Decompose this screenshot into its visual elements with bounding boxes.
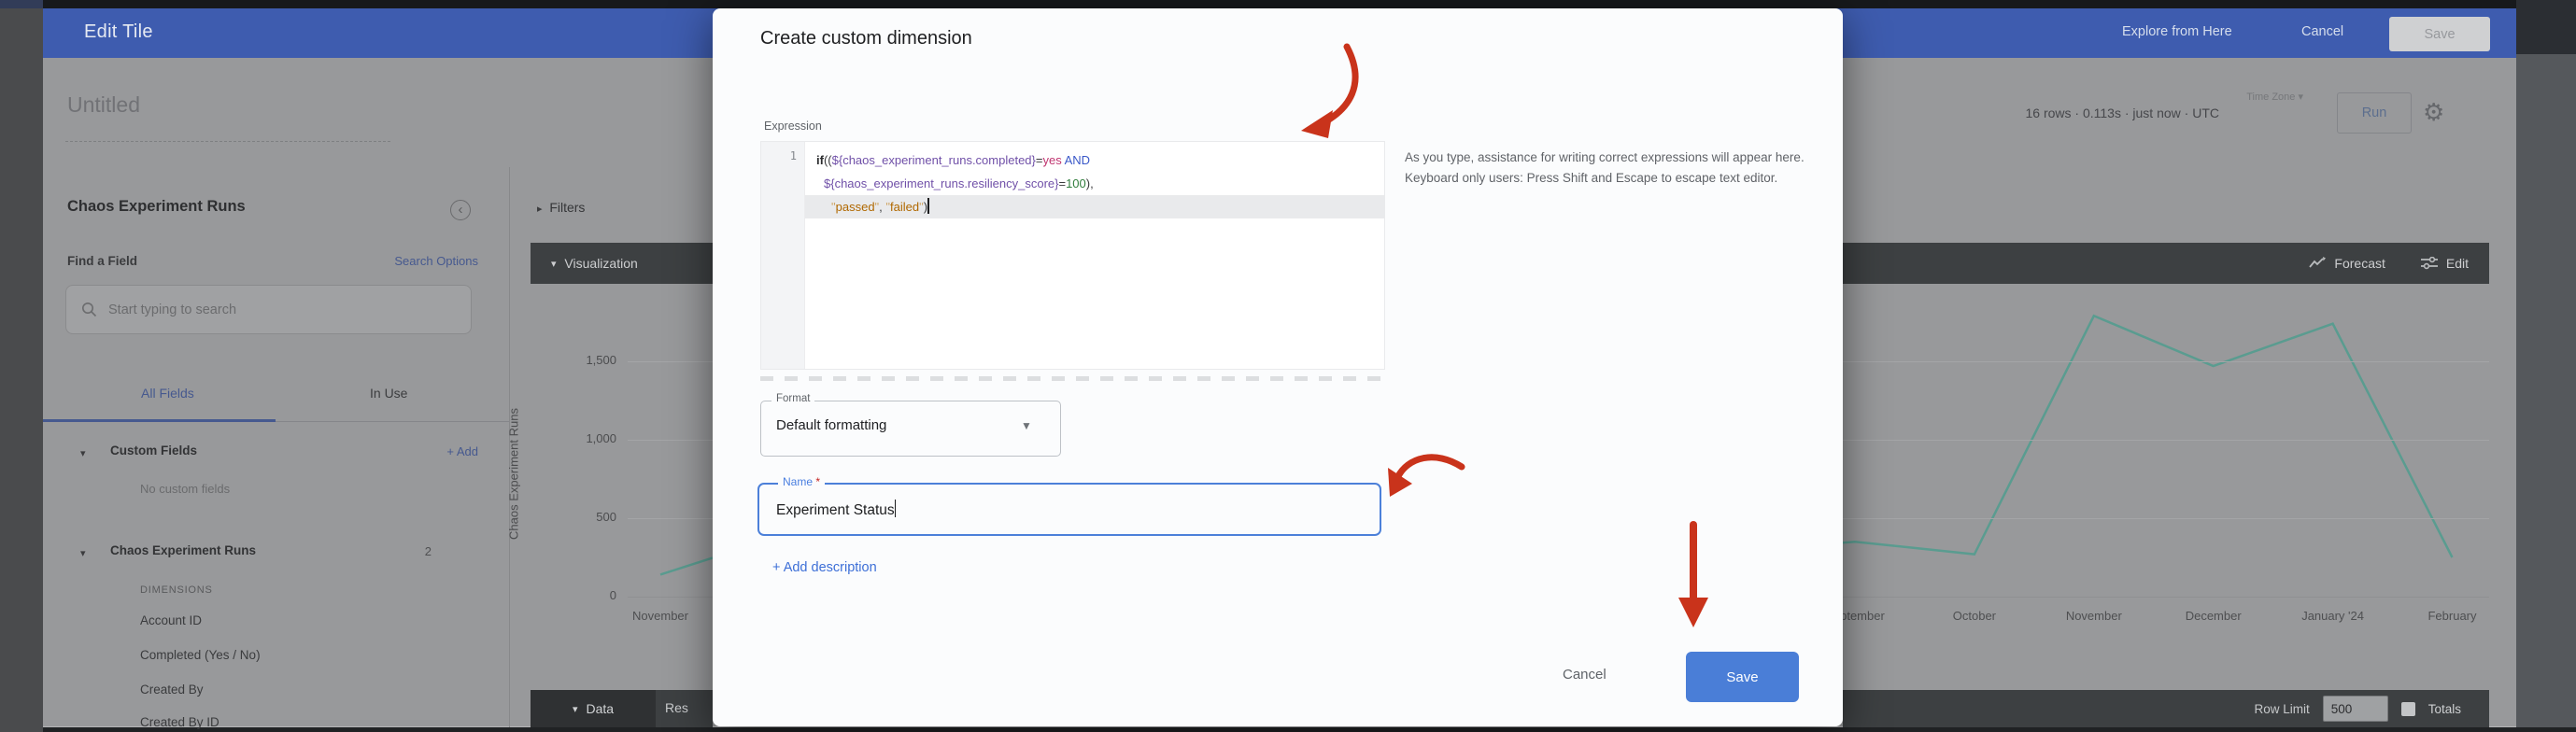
search-icon — [81, 302, 97, 317]
titlebar-cancel-button[interactable]: Cancel — [2301, 24, 2343, 39]
active-tab-underline — [43, 419, 276, 422]
gear-icon[interactable]: ⚙ — [2423, 98, 2444, 127]
search-placeholder: Start typing to search — [108, 303, 236, 317]
name-label: Name * — [778, 475, 825, 488]
desktop-bottom-strip — [43, 727, 2576, 732]
run-button[interactable]: Run — [2337, 92, 2412, 134]
modal-save-button[interactable]: Save — [1686, 652, 1799, 702]
explore-from-here-link[interactable]: Explore from Here — [2122, 24, 2232, 39]
field-item[interactable]: Created By — [140, 683, 204, 697]
query-status-text: 16 rows · 0.113s · just now · UTC — [1874, 106, 2219, 120]
tab-in-use[interactable]: In Use — [370, 386, 407, 401]
view-group-count: 2 — [398, 544, 432, 558]
sidebar-divider — [509, 167, 510, 727]
forecast-button[interactable]: Forecast — [2309, 256, 2385, 271]
desktop-right-strip — [2516, 54, 2576, 732]
chevron-down-icon: ▼ — [1021, 419, 1032, 432]
row-limit-label: Row Limit — [2254, 702, 2309, 716]
find-a-field-label: Find a Field — [67, 254, 137, 268]
desktop-top-strip — [0, 0, 2576, 8]
tile-title-underline — [65, 141, 390, 142]
titlebar-save-button[interactable]: Save — [2389, 17, 2490, 51]
expression-code-editor[interactable]: 1 if((${chaos_experiment_runs.completed}… — [760, 141, 1385, 370]
sidebar-collapse-icon[interactable]: ‹ — [450, 200, 471, 220]
field-item[interactable]: Completed (Yes / No) — [140, 648, 261, 662]
chevron-down-icon: ▾ — [573, 703, 578, 715]
sidebar-explore-title: Chaos Experiment Runs — [67, 198, 246, 216]
no-custom-fields-text: No custom fields — [140, 482, 230, 496]
chevron-down-icon[interactable]: ▾ — [80, 447, 86, 459]
create-custom-dimension-modal: Create custom dimension Expression 1 if(… — [713, 8, 1843, 726]
chevron-down-icon[interactable]: ▾ — [80, 547, 86, 559]
view-group-label[interactable]: Chaos Experiment Runs — [110, 543, 256, 557]
name-field-value: Experiment Status — [776, 500, 896, 519]
visualization-section-toggle[interactable]: ▾ Visualization — [531, 243, 713, 284]
code-line-1: if((${chaos_experiment_runs.completed}=y… — [816, 148, 1090, 172]
tab-results-partial[interactable]: Res — [665, 700, 688, 715]
filters-section-toggle[interactable]: ▸ Filters — [537, 200, 585, 215]
tile-title-input[interactable]: Untitled — [67, 92, 140, 118]
dimensions-section-label: DIMENSIONS — [140, 584, 213, 596]
editor-gutter: 1 — [761, 142, 805, 369]
screenshot-root: Edit Tile Explore from Here Cancel Save … — [0, 0, 2576, 732]
custom-fields-group[interactable]: Custom Fields — [110, 443, 197, 458]
tab-data[interactable]: ▾Data — [531, 690, 656, 727]
line-number: 1 — [761, 149, 797, 162]
tab-all-fields[interactable]: All Fields — [141, 386, 194, 401]
time-zone-label[interactable]: Time Zone ▾ — [2191, 91, 2303, 103]
expression-label: Expression — [764, 120, 822, 133]
search-options-link[interactable]: Search Options — [338, 254, 478, 268]
editor-resize-grip[interactable] — [760, 376, 1385, 381]
row-limit-input[interactable]: 500 — [2323, 696, 2388, 722]
window-title: Edit Tile — [84, 21, 153, 43]
modal-cancel-button[interactable]: Cancel — [1563, 667, 1606, 683]
field-search-input[interactable]: Start typing to search — [65, 285, 472, 334]
field-item[interactable]: Created By ID — [140, 715, 219, 729]
tune-icon — [2421, 257, 2438, 270]
chevron-down-icon: ▾ — [551, 258, 557, 270]
code-line-2: ${chaos_experiment_runs.resiliency_score… — [824, 172, 1094, 195]
totals-checkbox[interactable] — [2401, 702, 2415, 716]
add-description-link[interactable]: + Add description — [772, 560, 877, 575]
visualization-toolbar: Forecast Edit — [1843, 243, 2489, 284]
row-limit-bar: Row Limit 500 Totals — [1843, 690, 2489, 727]
field-item[interactable]: Account ID — [140, 613, 202, 627]
modal-title: Create custom dimension — [760, 28, 972, 49]
code-line-3: "passed", "failed") — [831, 195, 929, 218]
chevron-right-icon: ▸ — [537, 204, 543, 215]
format-selected-value: Default formatting — [776, 417, 886, 433]
add-custom-field-link[interactable]: + Add — [385, 444, 478, 458]
text-cursor — [895, 500, 897, 517]
edit-viz-button[interactable]: Edit — [2421, 256, 2469, 271]
desktop-left-strip — [0, 8, 43, 732]
desktop-right-top-strip — [2516, 0, 2576, 54]
forecast-icon — [2309, 257, 2326, 270]
required-asterisk: * — [815, 475, 820, 488]
totals-label: Totals — [2428, 702, 2461, 716]
expression-assistance-text: As you type, assistance for writing corr… — [1405, 148, 1844, 188]
format-label: Format — [771, 393, 814, 404]
